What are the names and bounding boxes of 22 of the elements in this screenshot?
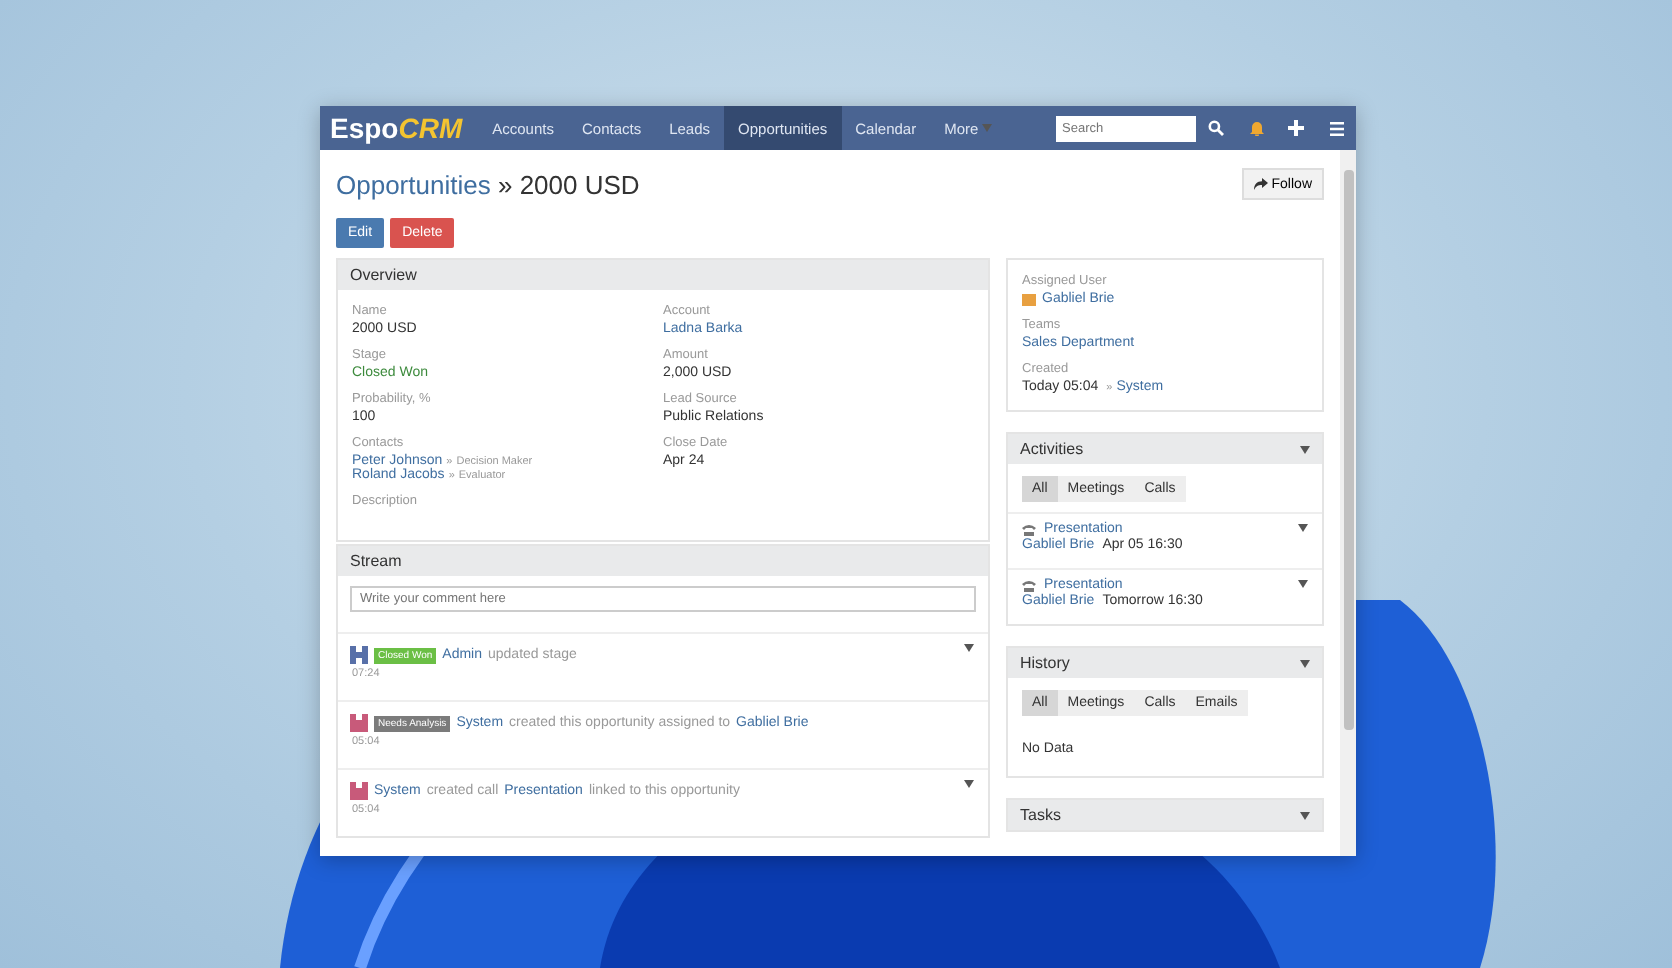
panel-header: Overview: [338, 260, 988, 290]
caret-icon: [1298, 524, 1308, 532]
caret-icon: [964, 644, 974, 652]
caret-icon: [1298, 580, 1308, 588]
page-title: Opportunities » 2000 USD: [336, 169, 640, 199]
panel-title: Tasks: [1020, 806, 1061, 824]
system-avatar-icon: [350, 714, 368, 732]
phone-icon: [1022, 579, 1036, 591]
caret-icon: [1300, 659, 1310, 667]
panel-header: Stream: [338, 546, 988, 576]
caret-icon: [982, 124, 993, 132]
phone-icon: [1022, 523, 1036, 535]
espocrm-logo: EspoCRM: [328, 112, 465, 144]
caret-icon: [1300, 445, 1310, 453]
panel-title: History: [1020, 654, 1070, 672]
panel-title: Activities: [1020, 440, 1084, 458]
caret-icon: [1300, 811, 1310, 819]
share-arrow-icon: [1253, 178, 1268, 190]
caret-icon: [964, 780, 974, 788]
admin-avatar-icon: [350, 646, 368, 664]
system-avatar-icon: [350, 782, 368, 800]
breadcrumb-link[interactable]: Opportunities: [336, 169, 491, 199]
